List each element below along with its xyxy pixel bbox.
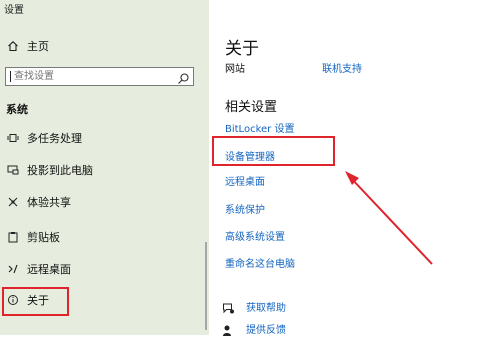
feedback-icon <box>222 322 235 336</box>
help-chat-icon <box>222 300 235 313</box>
annotation-arrow <box>345 171 433 265</box>
feedback-label: 提供反馈 <box>246 324 286 336</box>
feedback-link[interactable]: 提供反馈 <box>222 321 286 336</box>
get-help-link[interactable]: 获取帮助 <box>222 299 286 314</box>
get-help-label: 获取帮助 <box>246 302 286 314</box>
